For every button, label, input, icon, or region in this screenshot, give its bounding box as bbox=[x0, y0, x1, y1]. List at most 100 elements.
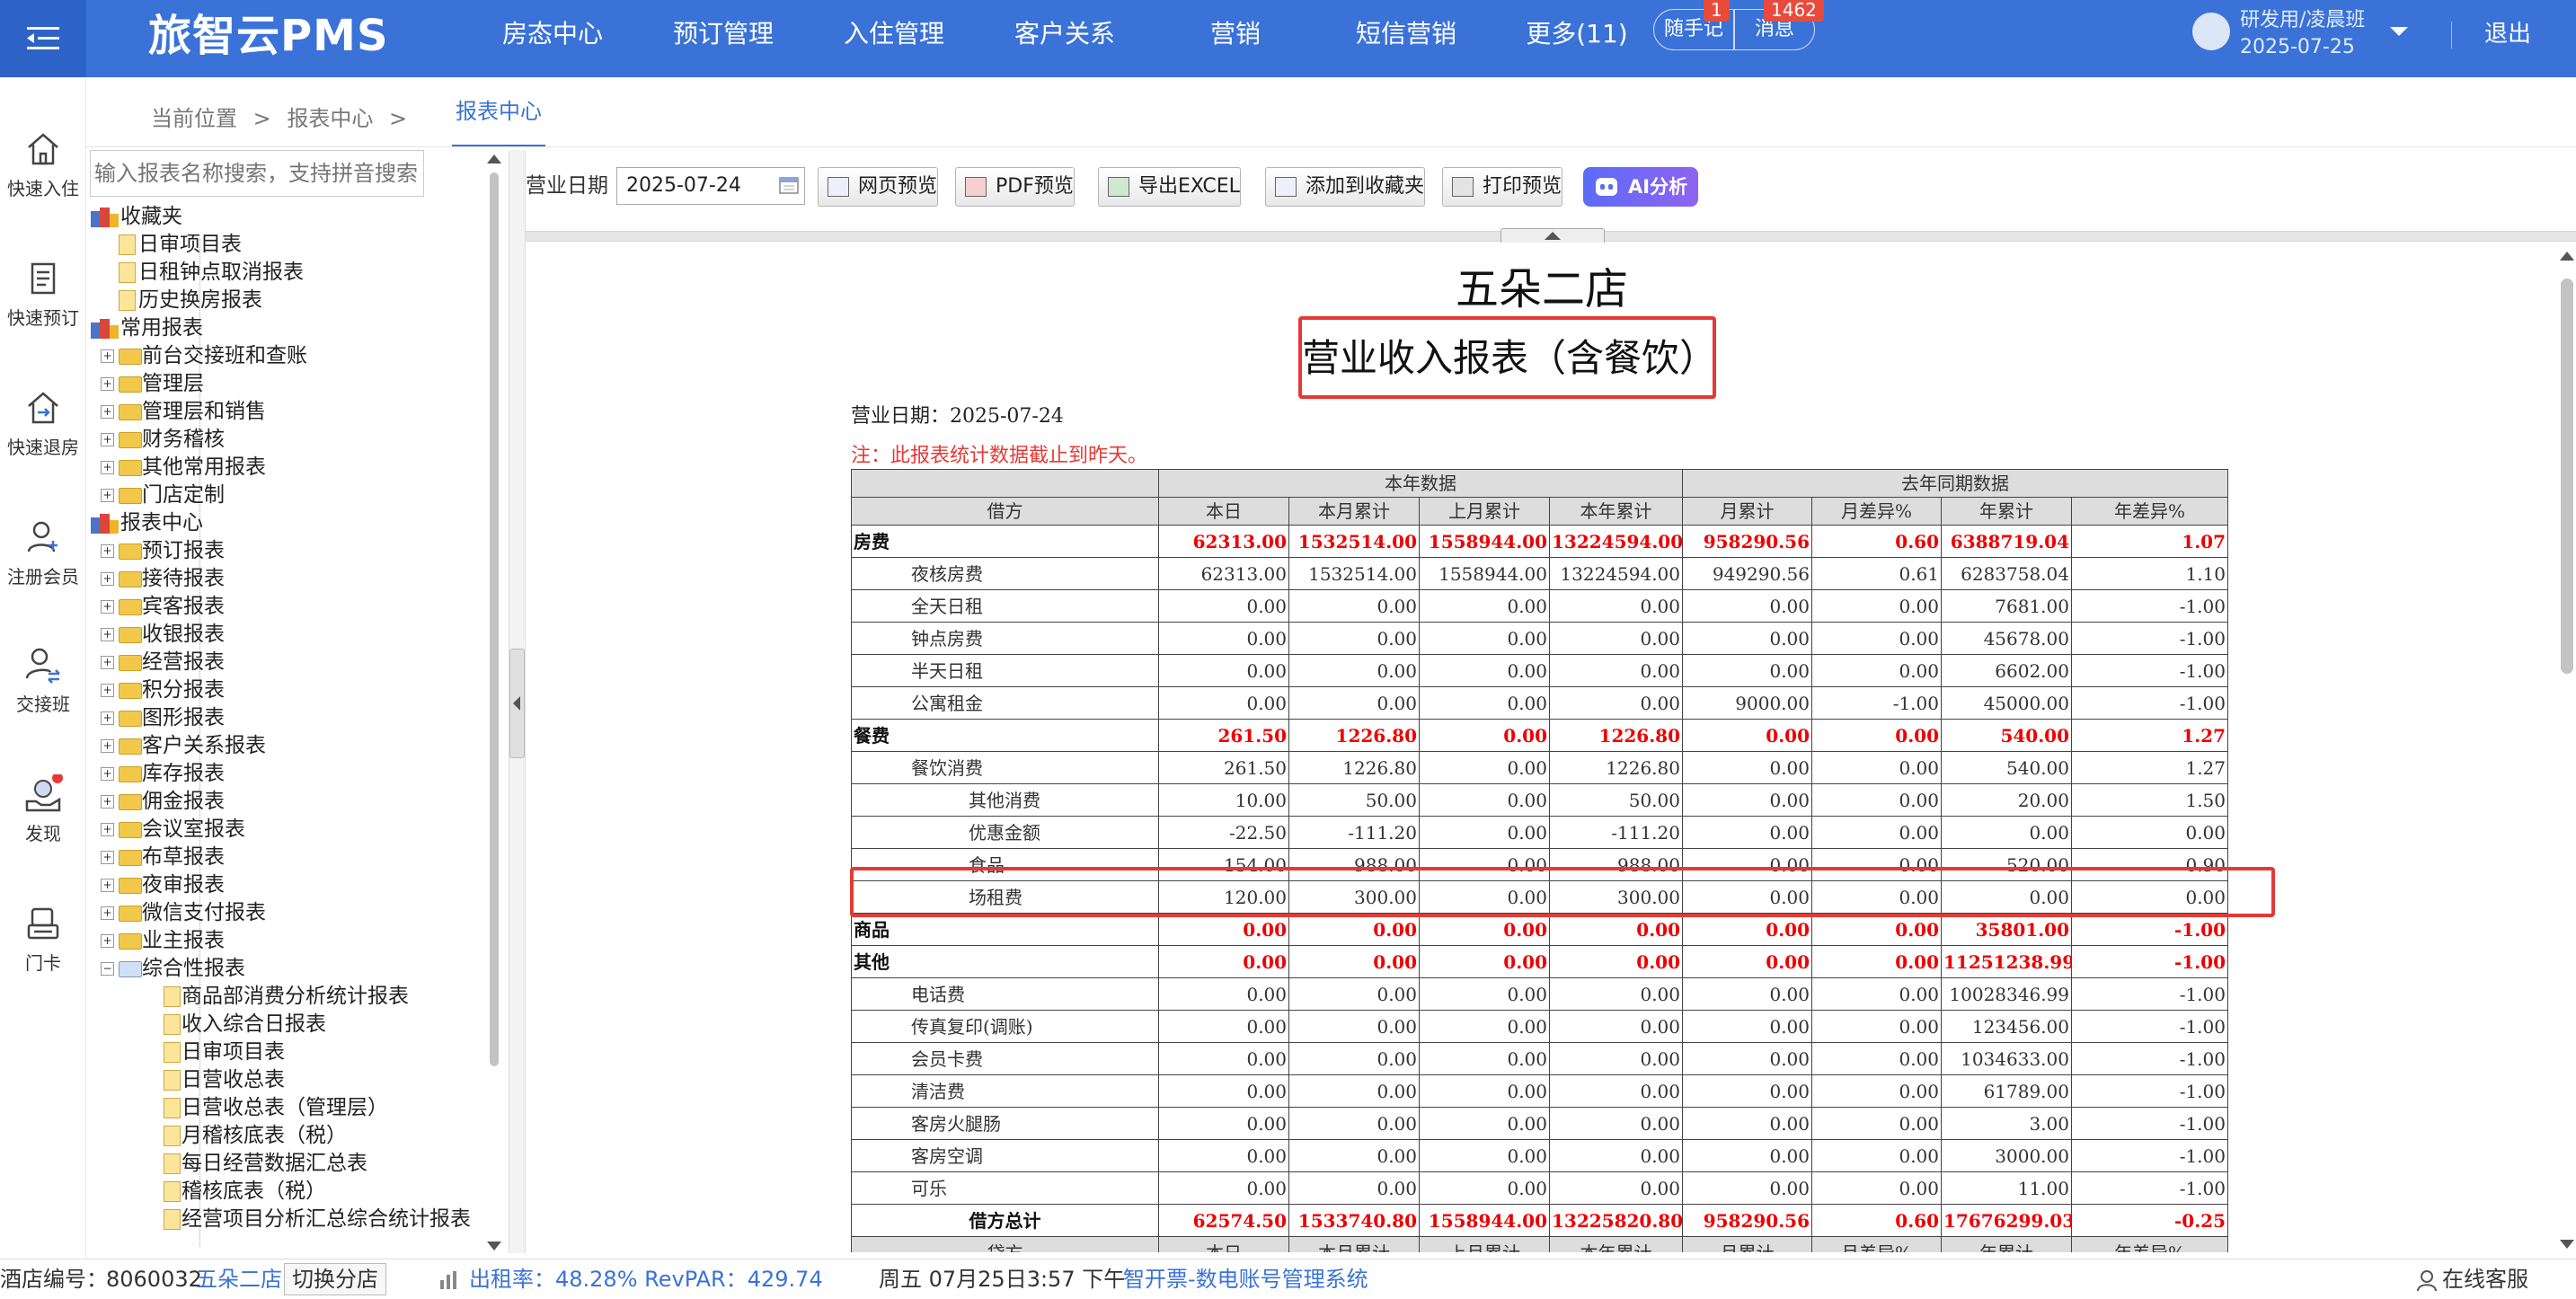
nav-more[interactable]: 更多(11) bbox=[1492, 0, 1662, 77]
tab-report-center[interactable]: 报表中心 bbox=[452, 77, 545, 147]
expand-icon[interactable]: + bbox=[101, 906, 114, 920]
online-service-link[interactable]: 在线客服 bbox=[2442, 1259, 2528, 1299]
tree-node[interactable]: + 图形报表 bbox=[86, 704, 482, 732]
nav-sms-marketing[interactable]: 短信营销 bbox=[1321, 0, 1492, 77]
tree-node[interactable]: + 业主报表 bbox=[86, 927, 482, 955]
expand-icon[interactable]: + bbox=[101, 405, 114, 419]
sidebar-item-quick-checkin[interactable]: 快速入住 bbox=[0, 129, 86, 200]
tree-node[interactable]: + 微信支付报表 bbox=[86, 899, 482, 927]
expand-icon[interactable]: + bbox=[101, 600, 114, 614]
expand-icon[interactable]: + bbox=[101, 433, 114, 446]
expand-icon[interactable]: + bbox=[101, 934, 114, 948]
tree-node[interactable]: 经营项目分析汇总综合统计报表 bbox=[86, 1206, 482, 1233]
scroll-down-icon[interactable] bbox=[2560, 1240, 2574, 1249]
sidebar-item-register-member[interactable]: 注册会员 bbox=[0, 517, 86, 588]
logout-button[interactable]: 退出 bbox=[2484, 18, 2531, 50]
expand-icon[interactable]: + bbox=[101, 489, 114, 502]
tree-node[interactable]: + 预订报表 bbox=[86, 537, 482, 565]
nav-room-status[interactable]: 房态中心 bbox=[467, 0, 638, 77]
print-preview-button[interactable]: 打印预览 bbox=[1442, 167, 1563, 207]
tree-node[interactable]: + 管理层和销售 bbox=[86, 398, 482, 426]
tree-node[interactable]: 收入综合日报表 bbox=[86, 1011, 482, 1038]
export-excel-button[interactable]: 导出EXCEL bbox=[1098, 167, 1241, 207]
tree-node[interactable]: + 经营报表 bbox=[86, 649, 482, 676]
nav-reservation[interactable]: 预订管理 bbox=[638, 0, 809, 77]
tree-node[interactable]: + 佣金报表 bbox=[86, 788, 482, 816]
expand-icon[interactable]: + bbox=[101, 879, 114, 892]
collapse-icon[interactable]: − bbox=[101, 962, 114, 976]
tree-node[interactable]: + 会议室报表 bbox=[86, 816, 482, 844]
sidebar-item-quick-booking[interactable]: 快速预订 bbox=[0, 259, 86, 330]
tree-node[interactable]: 日审项目表 bbox=[86, 1038, 482, 1066]
expand-icon[interactable]: + bbox=[101, 572, 114, 586]
nav-marketing[interactable]: 营销 bbox=[1150, 0, 1321, 77]
user-name[interactable]: 研发用/凌晨班 bbox=[2240, 7, 2365, 34]
expand-icon[interactable]: + bbox=[101, 377, 114, 391]
tree-node[interactable]: 收藏夹 bbox=[86, 203, 482, 231]
ai-analysis-button[interactable]: AI分析 bbox=[1583, 167, 1698, 207]
switch-branch-button[interactable]: 切换分店 bbox=[284, 1263, 386, 1295]
tree-node[interactable]: + 收银报表 bbox=[86, 621, 482, 649]
tree-node[interactable]: 日租钟点取消报表 bbox=[86, 259, 482, 287]
expand-icon[interactable]: + bbox=[101, 711, 114, 725]
scroll-down-icon[interactable] bbox=[487, 1242, 501, 1250]
tree-node[interactable]: + 夜审报表 bbox=[86, 871, 482, 899]
messages-button[interactable]: 消息 1462 bbox=[1734, 0, 1824, 50]
tree-scroll-thumb[interactable] bbox=[490, 172, 499, 1066]
expand-icon[interactable]: + bbox=[101, 823, 114, 836]
tree-node[interactable]: + 客户关系报表 bbox=[86, 732, 482, 760]
tree-node[interactable]: + 宾客报表 bbox=[86, 593, 482, 621]
tree-node[interactable]: + 前台交接班和查账 bbox=[86, 342, 482, 370]
tree-node[interactable]: 历史换房报表 bbox=[86, 287, 482, 314]
tree-node[interactable]: 常用报表 bbox=[86, 314, 482, 342]
promo-link[interactable]: 智开票-数电账号管理系统 bbox=[1123, 1259, 1368, 1299]
web-preview-button[interactable]: 网页预览 bbox=[818, 167, 939, 207]
avatar[interactable] bbox=[2192, 13, 2230, 50]
tree-node[interactable]: 日审项目表 bbox=[86, 231, 482, 259]
expand-icon[interactable]: + bbox=[101, 544, 114, 558]
tree-node[interactable]: + 积分报表 bbox=[86, 676, 482, 704]
pdf-preview-button[interactable]: PDF预览 bbox=[955, 167, 1075, 207]
expand-icon[interactable]: + bbox=[101, 795, 114, 809]
tree-node[interactable]: 每日经营数据汇总表 bbox=[86, 1150, 482, 1178]
chevron-down-icon[interactable] bbox=[2390, 27, 2408, 36]
sidebar-item-shift-handover[interactable]: 交接班 bbox=[0, 645, 86, 716]
business-date-input[interactable]: 2025-07-24 bbox=[616, 167, 805, 205]
tree-node[interactable]: + 管理层 bbox=[86, 370, 482, 398]
expand-icon[interactable]: + bbox=[101, 656, 114, 669]
tree-node[interactable]: + 门店定制 bbox=[86, 482, 482, 509]
tree-node[interactable]: + 库存报表 bbox=[86, 760, 482, 788]
tree-node[interactable]: 稽核底表（税） bbox=[86, 1178, 482, 1206]
scroll-up-icon[interactable] bbox=[2560, 252, 2574, 261]
expand-icon[interactable]: + bbox=[101, 628, 114, 641]
tree-node[interactable]: 报表中心 bbox=[86, 509, 482, 537]
nav-crm[interactable]: 客户关系 bbox=[979, 0, 1150, 77]
tree-node[interactable]: + 接待报表 bbox=[86, 565, 482, 593]
tree-node[interactable]: 日营收总表（管理层） bbox=[86, 1094, 482, 1122]
tree-node[interactable]: + 布草报表 bbox=[86, 844, 482, 871]
calendar-icon[interactable] bbox=[778, 174, 800, 196]
expand-icon[interactable]: + bbox=[101, 461, 114, 474]
collapse-handle[interactable] bbox=[509, 649, 525, 758]
expand-icon[interactable]: + bbox=[101, 739, 114, 753]
tree-node[interactable]: − 综合性报表 bbox=[86, 955, 482, 983]
sidebar-item-door-card[interactable]: 门卡 bbox=[0, 904, 86, 975]
expand-icon[interactable]: + bbox=[101, 349, 114, 363]
report-search-input[interactable] bbox=[90, 150, 424, 197]
tree-node[interactable]: 商品部消费分析统计报表 bbox=[86, 983, 482, 1011]
tree-node[interactable]: 月稽核底表（税） bbox=[86, 1122, 482, 1150]
sidebar-item-discover[interactable]: 发现 bbox=[0, 774, 86, 845]
menu-toggle-button[interactable] bbox=[0, 0, 86, 77]
hotel-name-link[interactable]: 五朵二店 bbox=[196, 1259, 282, 1299]
sidebar-item-quick-checkout[interactable]: 快速退房 bbox=[0, 388, 86, 459]
tree-node[interactable]: 日营收总表 bbox=[86, 1066, 482, 1094]
expand-icon[interactable]: + bbox=[101, 767, 114, 781]
expand-icon[interactable]: + bbox=[101, 851, 114, 864]
expand-icon[interactable]: + bbox=[101, 684, 114, 697]
nav-checkin[interactable]: 入住管理 bbox=[809, 0, 979, 77]
tree-node[interactable]: + 财务稽核 bbox=[86, 426, 482, 454]
scroll-up-icon[interactable] bbox=[487, 155, 501, 163]
add-favorite-button[interactable]: 添加到收藏夹 bbox=[1265, 167, 1426, 207]
breadcrumb-item[interactable]: 报表中心 bbox=[287, 106, 373, 131]
notes-button[interactable]: 随手记 1 bbox=[1653, 0, 1734, 50]
